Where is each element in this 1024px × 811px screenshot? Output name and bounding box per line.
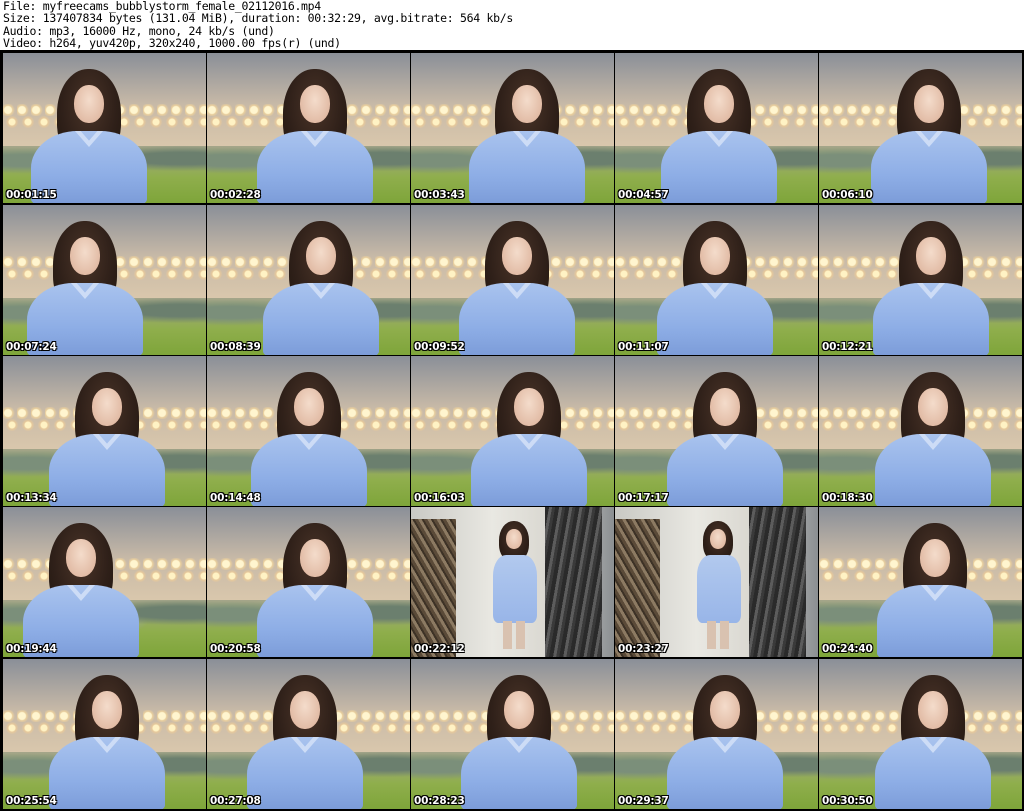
thumbnail-timestamp: 00:20:58	[210, 643, 261, 655]
thumbnail-timestamp: 00:11:07	[618, 341, 669, 353]
thumbnail-timestamp: 00:24:40	[822, 643, 873, 655]
video-thumbnail: 00:09:52	[411, 205, 614, 355]
video-thumbnail: 00:23:27	[615, 507, 818, 657]
video-thumbnail: 00:13:34	[3, 356, 206, 506]
thumbnail-frame-image	[615, 507, 818, 657]
video-thumbnail: 00:07:24	[3, 205, 206, 355]
thumbnail-frame-image	[207, 659, 410, 809]
video-thumbnail: 00:01:15	[3, 53, 206, 203]
video-thumbnail: 00:29:37	[615, 659, 818, 809]
thumbnail-timestamp: 00:30:50	[822, 795, 873, 807]
video-thumbnail: 00:19:44	[3, 507, 206, 657]
thumbnail-frame-image	[207, 356, 410, 506]
video-thumbnail: 00:25:54	[3, 659, 206, 809]
video-thumbnail: 00:28:23	[411, 659, 614, 809]
thumbnail-timestamp: 00:23:27	[618, 643, 669, 655]
thumbnail-frame-image	[615, 53, 818, 203]
thumbnail-frame-image	[411, 356, 614, 506]
video-thumbnail: 00:14:48	[207, 356, 410, 506]
video-thumbnail: 00:16:03	[411, 356, 614, 506]
thumbnail-timestamp: 00:13:34	[6, 492, 57, 504]
thumbnail-timestamp: 00:19:44	[6, 643, 57, 655]
file-size-line: Size: 137407834 bytes (131.04 MiB), dura…	[3, 11, 514, 26]
thumbnail-frame-image	[411, 507, 614, 657]
thumbnail-timestamp: 00:09:52	[414, 341, 465, 353]
thumbnail-frame-image	[819, 205, 1022, 355]
video-thumbnail: 00:12:21	[819, 205, 1022, 355]
thumbnail-timestamp: 00:14:48	[210, 492, 261, 504]
video-info-line: Video: h264, yuv420p, 320x240, 1000.00 f…	[3, 35, 341, 50]
thumbnail-frame-image	[819, 356, 1022, 506]
thumbnail-timestamp: 00:18:30	[822, 492, 873, 504]
video-thumbnail: 00:27:08	[207, 659, 410, 809]
thumbnail-timestamp: 00:17:17	[618, 492, 669, 504]
thumbnail-timestamp: 00:27:08	[210, 795, 261, 807]
thumbnail-timestamp: 00:25:54	[6, 795, 57, 807]
video-thumbnail: 00:03:43	[411, 53, 614, 203]
thumbnail-timestamp: 00:16:03	[414, 492, 465, 504]
thumbnail-timestamp: 00:01:15	[6, 189, 57, 201]
video-thumbnail: 00:08:39	[207, 205, 410, 355]
thumbnail-timestamp: 00:28:23	[414, 795, 465, 807]
video-thumbnail: 00:06:10	[819, 53, 1022, 203]
thumbnail-timestamp: 00:06:10	[822, 189, 873, 201]
video-thumbnail: 00:22:12	[411, 507, 614, 657]
thumbnail-frame-image	[819, 659, 1022, 809]
thumbnail-frame-image	[411, 53, 614, 203]
thumbnail-frame-image	[819, 507, 1022, 657]
video-thumbnail: 00:17:17	[615, 356, 818, 506]
thumbnail-frame-image	[3, 507, 206, 657]
thumbnail-timestamp: 00:02:28	[210, 189, 261, 201]
thumbnail-frame-image	[3, 205, 206, 355]
thumbnail-timestamp: 00:03:43	[414, 189, 465, 201]
thumbnail-frame-image	[207, 205, 410, 355]
video-thumbnail: 00:04:57	[615, 53, 818, 203]
thumbnail-grid: 00:01:15 00:02:28 00:03:43 00:04:57 00:06:10…	[0, 50, 1024, 811]
thumbnail-timestamp: 00:29:37	[618, 795, 669, 807]
thumbnail-frame-image	[3, 53, 206, 203]
thumbnail-frame-image	[615, 659, 818, 809]
thumbnail-timestamp: 00:04:57	[618, 189, 669, 201]
thumbnail-frame-image	[615, 205, 818, 355]
video-thumbnail: 00:02:28	[207, 53, 410, 203]
thumbnail-frame-image	[207, 507, 410, 657]
thumbnail-frame-image	[3, 659, 206, 809]
video-thumbnail: 00:18:30	[819, 356, 1022, 506]
video-thumbnail: 00:11:07	[615, 205, 818, 355]
thumbnail-timestamp: 00:08:39	[210, 341, 261, 353]
thumbnail-frame-image	[411, 205, 614, 355]
thumbnail-frame-image	[3, 356, 206, 506]
video-thumbnail: 00:20:58	[207, 507, 410, 657]
thumbnail-timestamp: 00:12:21	[822, 341, 873, 353]
thumbnail-timestamp: 00:07:24	[6, 341, 57, 353]
thumbnail-frame-image	[615, 356, 818, 506]
video-thumbnail: 00:30:50	[819, 659, 1022, 809]
thumbnail-frame-image	[819, 53, 1022, 203]
video-thumbnail: 00:24:40	[819, 507, 1022, 657]
thumbnail-frame-image	[411, 659, 614, 809]
thumbnail-frame-image	[207, 53, 410, 203]
file-info-header: File: myfreecams_bubblystorm_female_0211…	[3, 0, 1021, 50]
thumbnail-timestamp: 00:22:12	[414, 643, 465, 655]
